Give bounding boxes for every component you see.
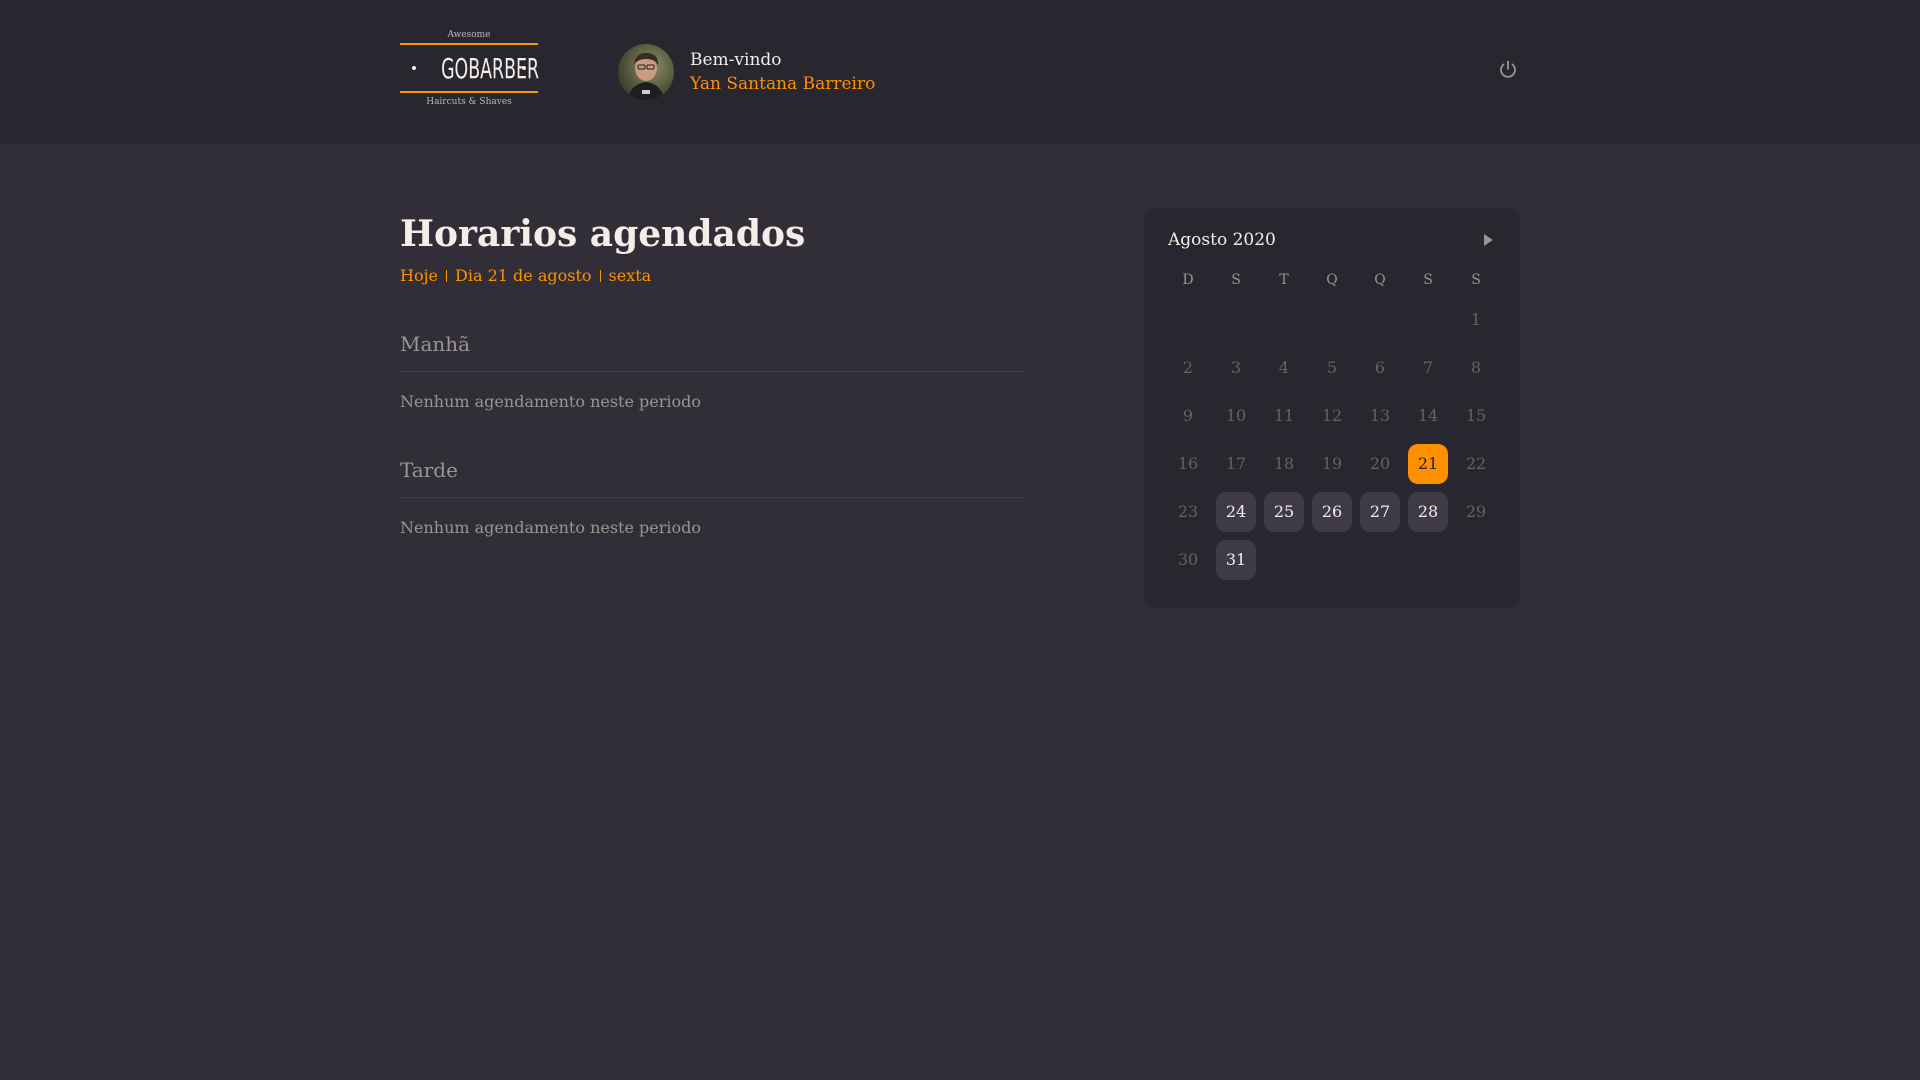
logo-bottom-text: Haircuts & Shaves	[426, 97, 512, 107]
calendar-day: 4	[1278, 358, 1290, 377]
calendar-day[interactable]: 27	[1360, 492, 1400, 532]
weekday-header: S	[1471, 272, 1481, 288]
calendar-day: 12	[1321, 406, 1343, 425]
calendar-day: 3	[1230, 358, 1242, 377]
calendar-day: 7	[1422, 358, 1434, 377]
app-header: Awesome GOBARBER Haircuts & Shaves Bem-v…	[0, 0, 1920, 144]
afternoon-title: Tarde	[400, 457, 1024, 498]
date-separator	[599, 269, 601, 282]
weekday-label: sexta	[608, 266, 652, 285]
gobarber-logo: Awesome GOBARBER Haircuts & Shaves	[400, 30, 540, 116]
calendar-day: 17	[1225, 454, 1247, 473]
play-icon	[1484, 234, 1493, 246]
calendar-day[interactable]: 25	[1264, 492, 1304, 532]
weekday-header: S	[1423, 272, 1433, 288]
profile-text: Bem-vindo Yan Santana Barreiro	[690, 48, 875, 96]
calendar-day: 18	[1273, 454, 1295, 473]
today-label: Hoje	[400, 266, 439, 285]
calendar-day: 19	[1321, 454, 1343, 473]
calendar-grid: D S T Q Q S S 1 2 3 4 5 6 7 8 9 10 11 12 13 14 15 16 17 1…	[1168, 268, 1496, 588]
morning-empty-message: Nenhum agendamento neste periodo	[400, 392, 702, 411]
weekday-header: D	[1182, 272, 1194, 288]
calendar-day: 20	[1369, 454, 1391, 473]
calendar-next-button[interactable]	[1480, 232, 1496, 248]
morning-section: Manhã Nenhum agendamento neste periodo	[400, 331, 1024, 411]
calendar-day: 1	[1470, 310, 1482, 329]
calendar-day: 13	[1369, 406, 1391, 425]
calendar-month: Agosto 2020	[1168, 230, 1276, 250]
weekday-header: Q	[1374, 272, 1386, 288]
user-name-link[interactable]: Yan Santana Barreiro	[690, 72, 875, 96]
morning-title: Manhã	[400, 331, 1024, 372]
afternoon-section: Tarde Nenhum agendamento neste periodo	[400, 457, 1024, 537]
calendar-day: 30	[1177, 550, 1199, 569]
calendar-header: Agosto 2020	[1168, 228, 1496, 252]
calendar-day: 29	[1465, 502, 1487, 521]
afternoon-empty-message: Nenhum agendamento neste periodo	[400, 518, 702, 537]
calendar-day: 6	[1374, 358, 1386, 377]
logo-dot-left	[412, 66, 416, 70]
weekday-header: T	[1279, 272, 1289, 288]
calendar-day: 14	[1417, 406, 1439, 425]
calendar-day[interactable]: 31	[1216, 540, 1256, 580]
calendar-day: 16	[1177, 454, 1199, 473]
calendar-day[interactable]: 24	[1216, 492, 1256, 532]
calendar-day: 15	[1465, 406, 1487, 425]
logout-button[interactable]	[1496, 58, 1520, 82]
date-info: Hoje Dia 21 de agosto sexta	[400, 266, 1024, 285]
header-inner: Awesome GOBARBER Haircuts & Shaves Bem-v…	[400, 0, 1520, 144]
date-separator	[446, 269, 448, 282]
calendar-day: 10	[1225, 406, 1247, 425]
calendar-day[interactable]: 26	[1312, 492, 1352, 532]
weekday-header: S	[1231, 272, 1241, 288]
profile: Bem-vindo Yan Santana Barreiro	[618, 44, 875, 100]
day-label: Dia 21 de agosto	[455, 266, 592, 285]
calendar-day: 23	[1177, 502, 1199, 521]
power-icon	[1500, 60, 1516, 78]
avatar-image	[618, 44, 674, 100]
logo-top-text: Awesome	[447, 30, 491, 40]
calendar-day[interactable]: 28	[1408, 492, 1448, 532]
welcome-label: Bem-vindo	[690, 50, 782, 70]
calendar: Agosto 2020 D S T Q Q S S 1 2 3 4 5 6 7 8 9 10 11 1…	[1144, 208, 1520, 608]
calendar-day: 8	[1470, 358, 1482, 377]
calendar-day: 11	[1273, 406, 1295, 425]
logo-brand-text: GOBARBER	[441, 51, 540, 85]
schedule-panel: Horarios agendados Hoje Dia 21 de agosto…	[400, 208, 1024, 537]
calendar-day[interactable]: 21	[1408, 444, 1448, 484]
avatar[interactable]	[618, 44, 674, 100]
logo-band: GOBARBER	[400, 43, 540, 93]
calendar-day: 2	[1182, 358, 1194, 377]
calendar-day: 9	[1182, 406, 1194, 425]
weekday-header: Q	[1326, 272, 1338, 288]
page-title: Horarios agendados	[400, 213, 806, 255]
calendar-day: 5	[1326, 358, 1338, 377]
calendar-day: 22	[1465, 454, 1487, 473]
